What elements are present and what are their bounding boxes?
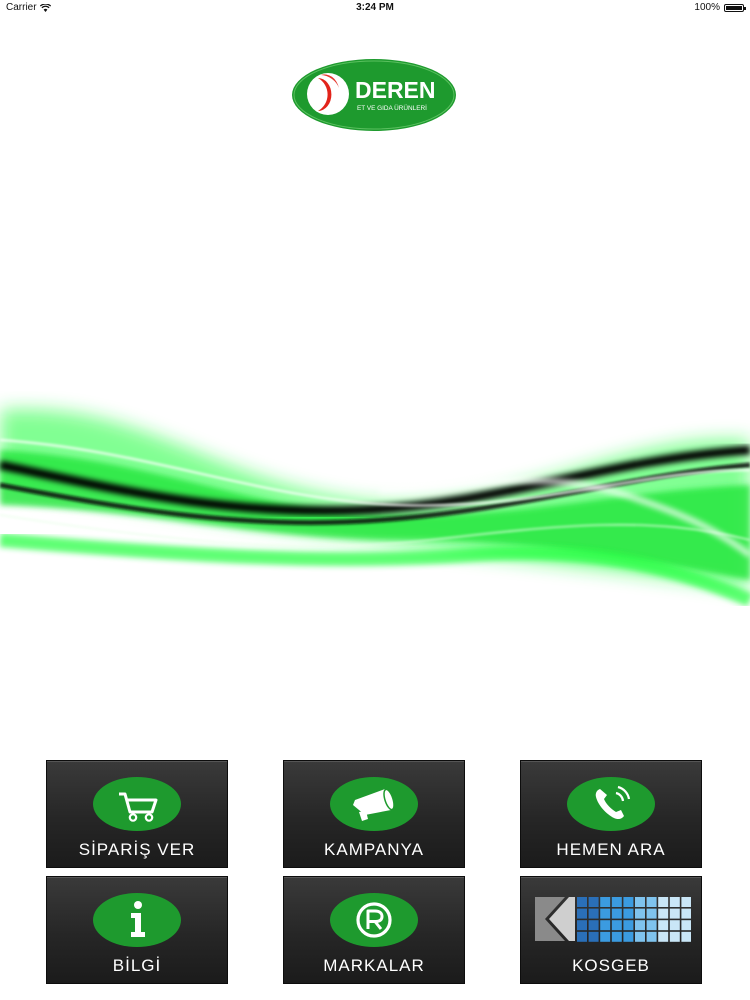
status-time: 3:24 PM [356, 2, 394, 13]
battery-icon [724, 4, 746, 12]
call-now-button-label: HEMEN ARA [556, 840, 666, 859]
campaign-button-label: KAMPANYA [324, 840, 424, 859]
kosgeb-grid-square [658, 920, 669, 931]
kosgeb-grid-square [611, 897, 622, 907]
kosgeb-grid-square [669, 908, 680, 919]
kosgeb-grid-square [611, 931, 622, 942]
kosgeb-grid-square [588, 908, 599, 919]
kosgeb-grid-square [577, 920, 587, 931]
kosgeb-grid-square [681, 931, 691, 942]
kosgeb-grid-square [600, 897, 611, 907]
kosgeb-grid-square [588, 920, 599, 931]
shopping-cart-icon [93, 777, 181, 831]
info-button[interactable]: BİLGİ [46, 876, 228, 984]
status-bar: Carrier 3:24 PM 100% [0, 0, 750, 16]
deren-logo: DEREN ET VE GIDA ÜRÜNLERİ [292, 59, 456, 131]
kosgeb-button-label: KOSGEB [572, 956, 650, 975]
kosgeb-grid-square [577, 897, 587, 907]
kosgeb-grid-square [681, 920, 691, 931]
kosgeb-grid-square [577, 908, 587, 919]
kosgeb-grid-square [623, 908, 634, 919]
kosgeb-grid-square [635, 931, 645, 942]
kosgeb-grid-square [669, 920, 680, 931]
kosgeb-grid-square [611, 908, 622, 919]
kosgeb-grid-square [681, 897, 691, 907]
kosgeb-grid-square [623, 920, 634, 931]
kosgeb-grid-square [600, 920, 611, 931]
kosgeb-grid-square [635, 920, 645, 931]
kosgeb-grid-square [658, 908, 669, 919]
kosgeb-grid-square [588, 931, 599, 942]
registered-trademark-icon [330, 893, 418, 947]
kosgeb-grid-square [588, 897, 599, 907]
kosgeb-grid-square [658, 931, 669, 942]
status-battery-group: 100% [694, 0, 746, 16]
order-button[interactable]: SİPARİŞ VER [46, 760, 228, 868]
kosgeb-grid-square [623, 897, 634, 907]
kosgeb-grid-square [669, 931, 680, 942]
kosgeb-grid-square [600, 908, 611, 919]
green-wave-graphic [0, 409, 750, 607]
kosgeb-grid-square [635, 908, 645, 919]
kosgeb-grid-square [658, 897, 669, 907]
brands-button-label: MARKALAR [323, 956, 425, 975]
kosgeb-grid-square [681, 908, 691, 919]
call-now-button[interactable]: HEMEN ARA [520, 760, 702, 868]
info-icon [93, 893, 181, 947]
kosgeb-logo-icon [535, 897, 691, 942]
logo-brand-text: DEREN [355, 77, 436, 103]
logo-tagline-text: ET VE GIDA ÜRÜNLERİ [357, 103, 427, 112]
campaign-button[interactable]: KAMPANYA [283, 760, 465, 868]
battery-percent: 100% [694, 2, 720, 13]
kosgeb-button[interactable]: KOSGEB [520, 876, 702, 984]
kosgeb-grid-square [577, 931, 587, 942]
kosgeb-grid-square [646, 897, 657, 907]
battery-fill [726, 6, 742, 10]
kosgeb-grid-square [669, 897, 680, 907]
order-button-label: SİPARİŞ VER [78, 840, 196, 859]
kosgeb-grid-square [611, 920, 622, 931]
brands-button[interactable]: MARKALAR [283, 876, 465, 984]
kosgeb-grid-square [600, 931, 611, 942]
kosgeb-grid-square [623, 931, 634, 942]
kosgeb-grid-square [635, 897, 645, 907]
megaphone-icon [330, 777, 418, 831]
phone-icon [567, 777, 655, 831]
kosgeb-grid-square [646, 920, 657, 931]
kosgeb-grid-square [646, 908, 657, 919]
kosgeb-grid-square [646, 931, 657, 942]
info-button-label: BİLGİ [112, 956, 162, 975]
